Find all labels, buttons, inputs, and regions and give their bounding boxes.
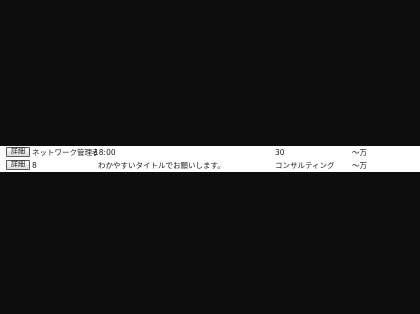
job-detail: わかやすいタイトルでお願いします。	[98, 161, 225, 170]
detail-button[interactable]: 詳細	[6, 147, 30, 157]
job-category: 30	[275, 148, 285, 157]
job-salary: ～万	[352, 161, 367, 170]
page: 詳細 ネットワーク管理者 18:00 30 ～万 詳細 8 わかやすいタイトルで…	[0, 0, 420, 314]
job-list: 詳細 ネットワーク管理者 18:00 30 ～万 詳細 8 わかやすいタイトルで…	[0, 146, 420, 172]
detail-button[interactable]: 詳細	[6, 160, 30, 170]
table-row: 詳細 8 わかやすいタイトルでお願いします。 コンサルティング ～万	[0, 159, 420, 172]
job-salary: ～万	[352, 148, 367, 157]
job-detail: 18:00	[94, 148, 116, 157]
table-row: 詳細 ネットワーク管理者 18:00 30 ～万	[0, 146, 420, 159]
job-category: コンサルティング	[275, 161, 335, 170]
job-title: 8	[32, 161, 37, 170]
job-title: ネットワーク管理者	[32, 148, 96, 157]
